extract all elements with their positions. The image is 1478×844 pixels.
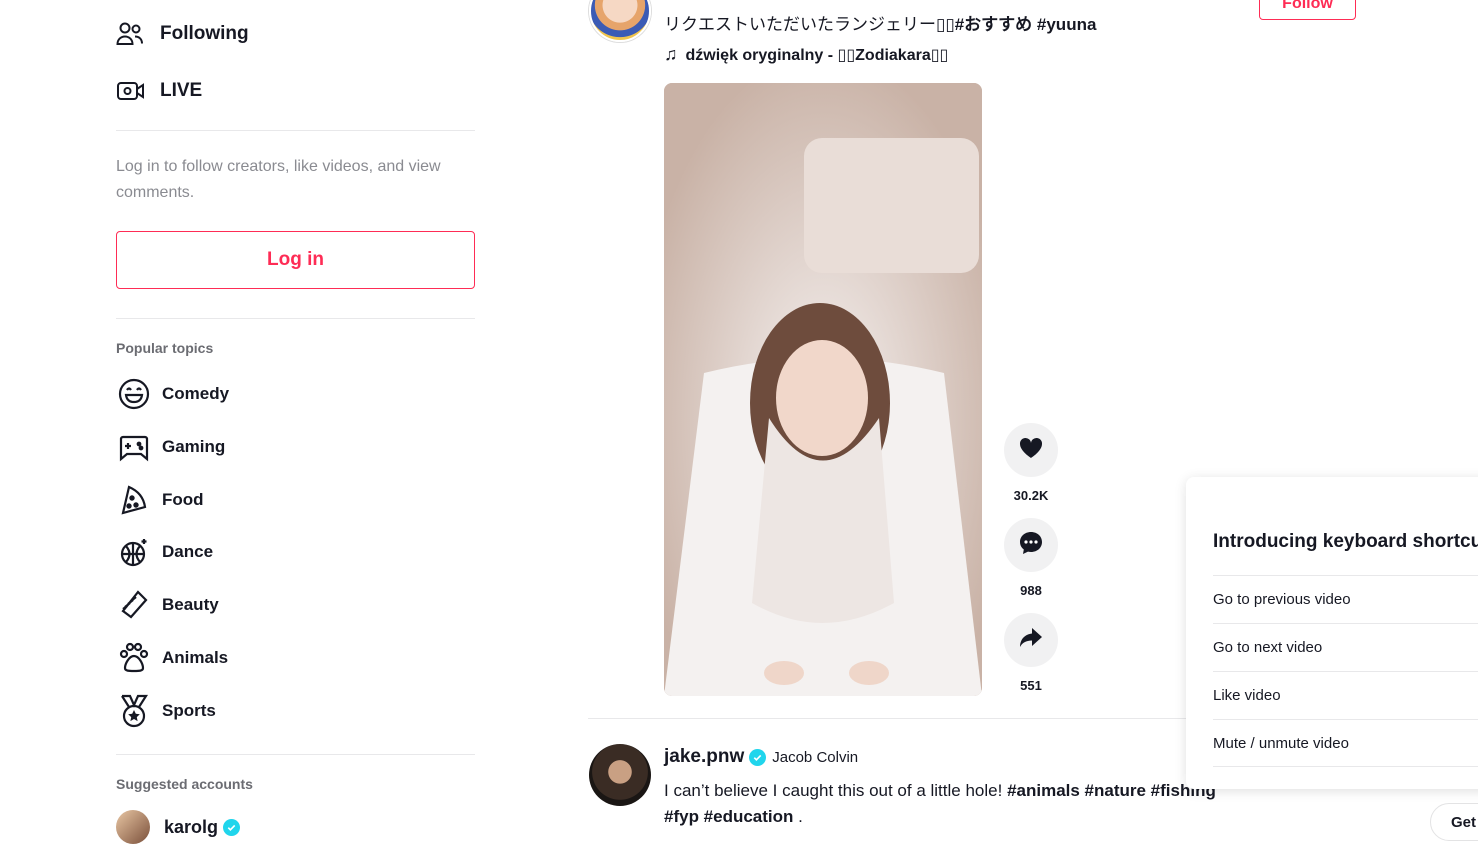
shortcut-label: Mute / unmute video — [1213, 734, 1349, 752]
sidebar-divider — [116, 130, 475, 131]
sports-icon — [116, 693, 152, 729]
topic-animals-label: Animals — [162, 648, 229, 667]
topic-dance[interactable]: Dance — [116, 532, 416, 572]
suggested-account[interactable]: karolg — [116, 810, 241, 844]
nav-live-label: LIVE — [160, 80, 203, 101]
topic-beauty[interactable]: Beauty — [116, 585, 416, 625]
live-icon — [116, 75, 148, 107]
post-caption: I can’t believe I caught this out of a l… — [664, 778, 1234, 830]
comment-icon — [1018, 530, 1044, 561]
suggested-accounts-title: Suggested accounts — [116, 776, 253, 792]
shortcut-row: Mute / unmute video — [1213, 719, 1478, 767]
topic-sports-label: Sports — [162, 701, 216, 720]
food-icon — [116, 482, 152, 518]
music-note-icon: ♫ — [664, 44, 678, 64]
shortcut-row: Like video — [1213, 671, 1478, 719]
topic-food[interactable]: Food — [116, 480, 416, 520]
beauty-icon — [116, 587, 152, 623]
shortcut-label: Go to next video — [1213, 639, 1323, 656]
comedy-icon — [116, 376, 152, 412]
caption-hashtags[interactable]: #おすすめ #yuuna — [955, 15, 1097, 34]
heart-icon — [1018, 436, 1044, 465]
music-title: dźwięk oryginalny - ▯▯Zodiakara▯▯ — [685, 46, 949, 64]
video-player[interactable] — [664, 83, 982, 696]
keyboard-shortcuts-panel: Introducing keyboard shortcuts Go to pre… — [1186, 477, 1478, 789]
suggested-account-name: karolg — [164, 816, 219, 837]
author-username[interactable]: jake.pnw — [664, 746, 744, 768]
caption-end: . — [798, 807, 803, 826]
shortcut-label: Go to previous video — [1213, 591, 1351, 608]
verified-badge-icon — [223, 818, 241, 836]
topic-dance-label: Dance — [162, 542, 214, 561]
login-button[interactable]: Log in — [116, 231, 475, 289]
post-music[interactable]: ♫ dźwięk oryginalny - ▯▯Zodiakara▯▯ — [664, 44, 948, 65]
topic-beauty-label: Beauty — [162, 595, 219, 614]
dance-icon — [116, 534, 152, 570]
get-app-button[interactable]: Get app — [1430, 803, 1478, 841]
avatar[interactable] — [589, 0, 651, 42]
following-icon — [116, 18, 148, 50]
like-button[interactable] — [1004, 423, 1058, 477]
nav-live[interactable]: LIVE — [116, 71, 476, 111]
sidebar-divider — [116, 754, 475, 755]
topic-food-label: Food — [162, 490, 204, 509]
share-button[interactable] — [1004, 613, 1058, 667]
sidebar-divider — [116, 318, 475, 319]
like-count: 30.2K — [1013, 488, 1049, 503]
comment-count: 988 — [1020, 583, 1042, 598]
share-icon — [1018, 626, 1044, 655]
topic-gaming-label: Gaming — [162, 437, 226, 456]
topic-animals[interactable]: Animals — [116, 638, 416, 678]
verified-badge-icon — [749, 748, 767, 766]
popular-topics-title: Popular topics — [116, 340, 214, 356]
post-caption: リクエストいただいたランジェリー▯▯#おすすめ #yuuna — [664, 10, 1096, 35]
avatar — [116, 810, 150, 844]
comment-button[interactable] — [1004, 518, 1058, 572]
shortcut-row: Go to previous video — [1213, 575, 1478, 623]
gaming-icon — [116, 429, 152, 465]
topic-comedy[interactable]: Comedy — [116, 374, 416, 414]
caption-text: リクエストいただいたランジェリー▯▯ — [664, 15, 955, 34]
author-nickname: Jacob Colvin — [772, 748, 859, 766]
nav-following[interactable]: Following — [116, 14, 476, 54]
topic-gaming[interactable]: Gaming — [116, 427, 416, 467]
topic-comedy-label: Comedy — [162, 384, 230, 403]
nav-following-label: Following — [160, 23, 249, 44]
video-frame — [664, 83, 982, 696]
shortcut-row: Go to next video — [1213, 623, 1478, 671]
shortcuts-title: Introducing keyboard shortcuts — [1213, 531, 1478, 552]
share-count: 551 — [1020, 678, 1042, 693]
login-hint: Log in to follow creators, like videos, … — [116, 158, 441, 201]
topic-sports[interactable]: Sports — [116, 691, 416, 731]
feed-divider — [588, 718, 1228, 719]
animals-icon — [116, 640, 152, 676]
post-author[interactable]: jake.pnw Jacob Colvin — [664, 746, 858, 768]
follow-button[interactable]: Follow — [1259, 0, 1356, 20]
shortcut-label: Like video — [1213, 687, 1281, 704]
avatar[interactable] — [589, 744, 651, 806]
caption-text: I can’t believe I caught this out of a l… — [664, 781, 1003, 800]
